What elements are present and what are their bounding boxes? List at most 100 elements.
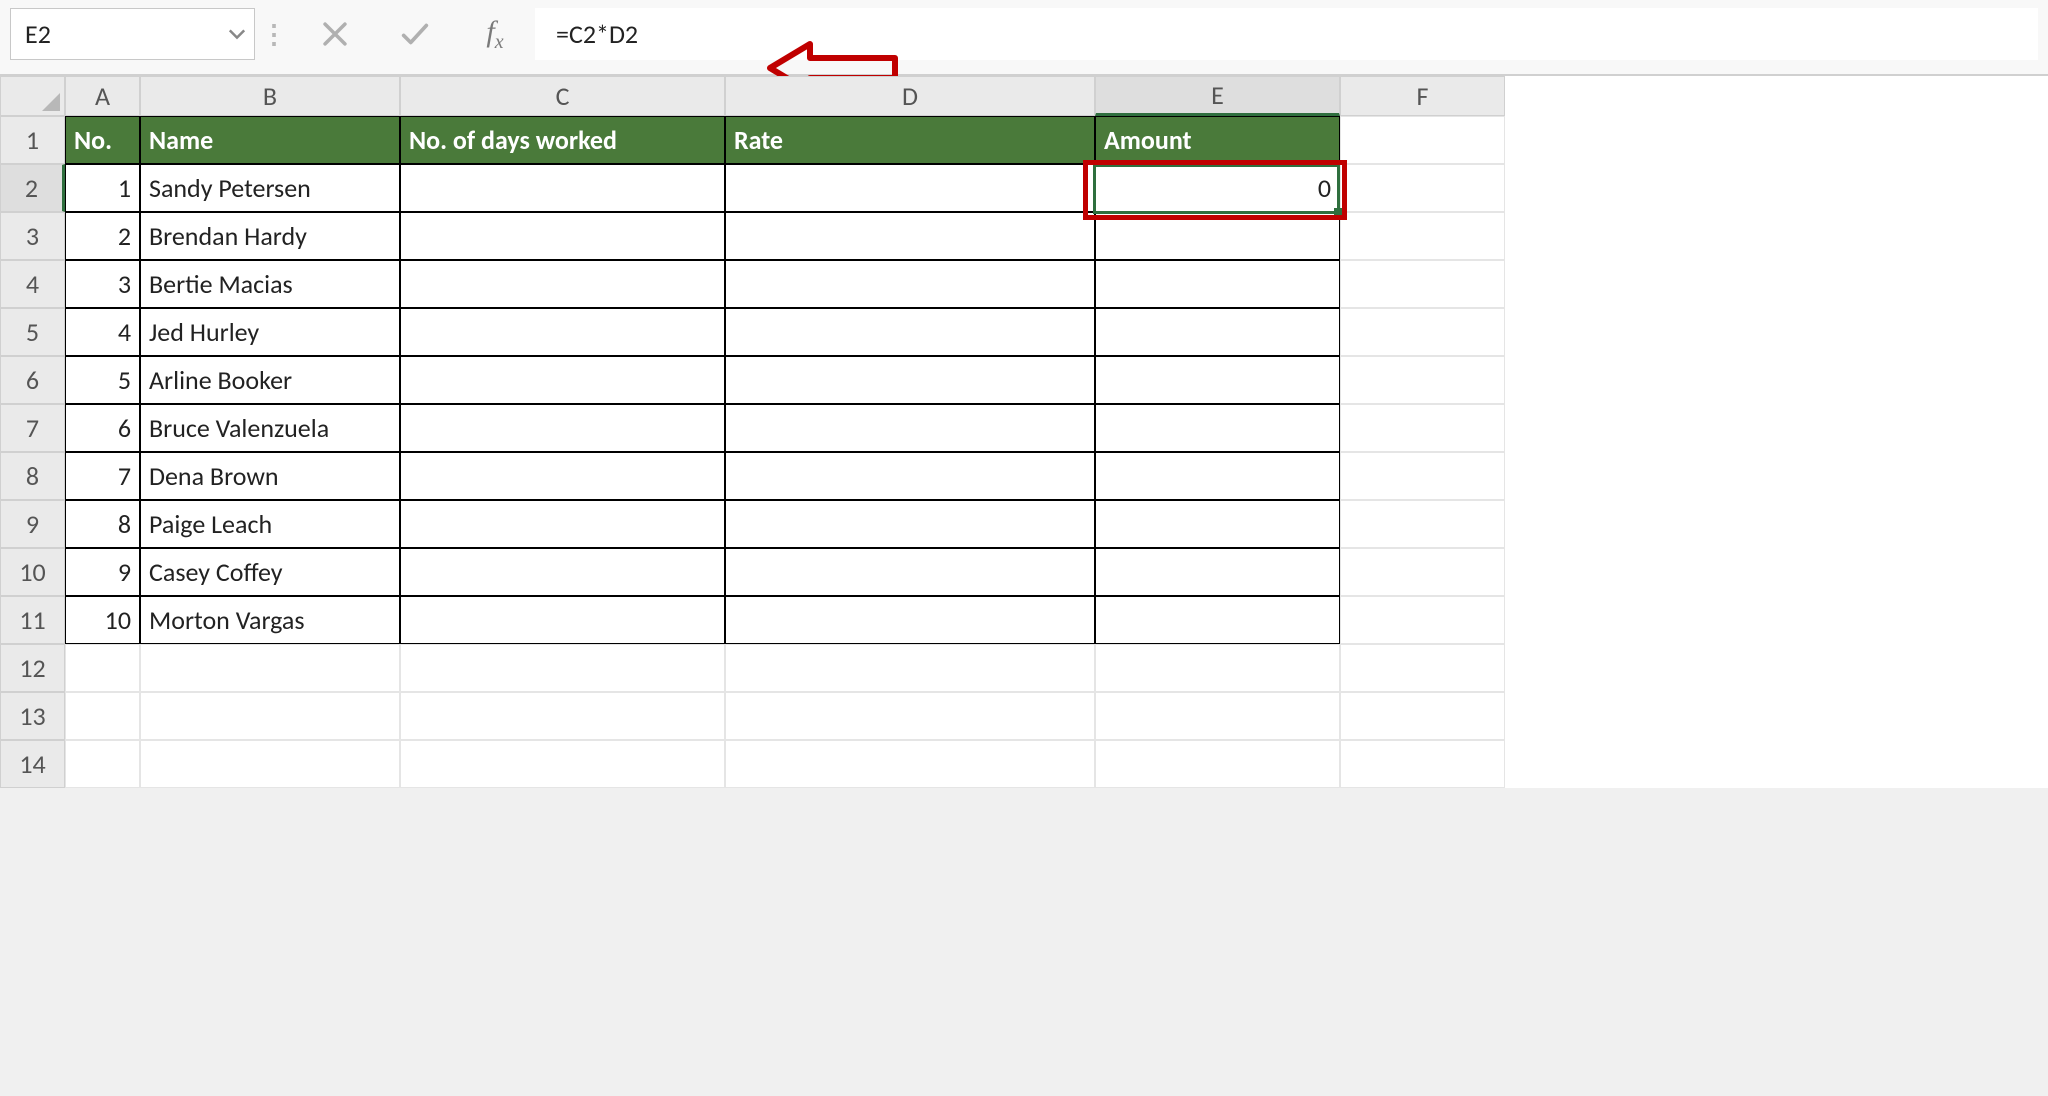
row-header-9[interactable]: 9 — [0, 500, 65, 548]
cell-F[interactable] — [1340, 308, 1505, 356]
cell[interactable] — [725, 644, 1095, 692]
cell-name[interactable]: Bertie Macias — [140, 260, 400, 308]
cancel-button[interactable] — [295, 8, 375, 60]
cell-days[interactable] — [400, 260, 725, 308]
enter-button[interactable] — [375, 8, 455, 60]
cell-amount[interactable] — [1095, 356, 1340, 404]
cell-name[interactable]: Casey Coffey — [140, 548, 400, 596]
cell-rate[interactable] — [725, 164, 1095, 212]
cell-rate[interactable] — [725, 500, 1095, 548]
row-header-10[interactable]: 10 — [0, 548, 65, 596]
cell-days[interactable] — [400, 452, 725, 500]
cell-name[interactable]: Jed Hurley — [140, 308, 400, 356]
cell-no[interactable]: 1 — [65, 164, 140, 212]
cell-no[interactable]: 4 — [65, 308, 140, 356]
cell-F[interactable] — [1340, 548, 1505, 596]
cell-amount[interactable] — [1095, 212, 1340, 260]
cell-amount[interactable] — [1095, 548, 1340, 596]
cell-days[interactable] — [400, 548, 725, 596]
cell[interactable] — [400, 740, 725, 788]
cell-name[interactable]: Brendan Hardy — [140, 212, 400, 260]
header-amount[interactable]: Amount — [1095, 116, 1340, 164]
column-header-B[interactable]: B — [140, 76, 400, 116]
row-header-7[interactable]: 7 — [0, 404, 65, 452]
row-header-12[interactable]: 12 — [0, 644, 65, 692]
row-header-3[interactable]: 3 — [0, 212, 65, 260]
cell-no[interactable]: 8 — [65, 500, 140, 548]
cell-days[interactable] — [400, 356, 725, 404]
row-header-4[interactable]: 4 — [0, 260, 65, 308]
cell[interactable] — [1340, 692, 1505, 740]
cell-amount[interactable] — [1095, 596, 1340, 644]
cell[interactable] — [400, 692, 725, 740]
cell[interactable] — [65, 644, 140, 692]
formula-input[interactable]: =C2*D2 — [535, 8, 2038, 60]
cell-rate[interactable] — [725, 548, 1095, 596]
cell-rate[interactable] — [725, 260, 1095, 308]
cell-name[interactable]: Sandy Petersen — [140, 164, 400, 212]
cell-rate[interactable] — [725, 404, 1095, 452]
cell[interactable] — [1095, 644, 1340, 692]
cell-amount[interactable] — [1095, 308, 1340, 356]
header-name[interactable]: Name — [140, 116, 400, 164]
cell-name[interactable]: Dena Brown — [140, 452, 400, 500]
cell-days[interactable] — [400, 212, 725, 260]
cell-amount[interactable] — [1095, 260, 1340, 308]
cell-days[interactable] — [400, 596, 725, 644]
cell[interactable] — [1340, 644, 1505, 692]
cell[interactable] — [65, 740, 140, 788]
cell-no[interactable]: 10 — [65, 596, 140, 644]
cell-days[interactable] — [400, 404, 725, 452]
cell[interactable] — [1340, 740, 1505, 788]
cell[interactable] — [140, 644, 400, 692]
cell[interactable] — [1095, 740, 1340, 788]
cell-F[interactable] — [1340, 500, 1505, 548]
cell-days[interactable] — [400, 308, 725, 356]
cell-amount[interactable] — [1095, 404, 1340, 452]
cell-no[interactable]: 3 — [65, 260, 140, 308]
cell-amount[interactable] — [1095, 500, 1340, 548]
cell-no[interactable]: 6 — [65, 404, 140, 452]
row-header-5[interactable]: 5 — [0, 308, 65, 356]
row-header-8[interactable]: 8 — [0, 452, 65, 500]
header-no[interactable]: No. — [65, 116, 140, 164]
cell-name[interactable]: Arline Booker — [140, 356, 400, 404]
cell-no[interactable]: 7 — [65, 452, 140, 500]
cell-F[interactable] — [1340, 164, 1505, 212]
cell[interactable] — [140, 692, 400, 740]
cell-amount[interactable]: 0 — [1095, 164, 1340, 212]
name-box[interactable]: E2 — [10, 8, 255, 60]
cell-F[interactable] — [1340, 404, 1505, 452]
cell-rate[interactable] — [725, 356, 1095, 404]
row-header-14[interactable]: 14 — [0, 740, 65, 788]
cell[interactable] — [725, 692, 1095, 740]
cell-F[interactable] — [1340, 260, 1505, 308]
cell-days[interactable] — [400, 164, 725, 212]
row-header-13[interactable]: 13 — [0, 692, 65, 740]
cell-no[interactable]: 9 — [65, 548, 140, 596]
cell-name[interactable]: Bruce Valenzuela — [140, 404, 400, 452]
cell-no[interactable]: 5 — [65, 356, 140, 404]
insert-function-button[interactable]: fx — [455, 8, 535, 60]
column-header-C[interactable]: C — [400, 76, 725, 116]
row-header-1[interactable]: 1 — [0, 116, 65, 164]
row-header-2[interactable]: 2 — [0, 164, 65, 212]
cell-F[interactable] — [1340, 452, 1505, 500]
name-box-dropdown-icon[interactable] — [228, 18, 246, 50]
cell-amount[interactable] — [1095, 452, 1340, 500]
cell-F[interactable] — [1340, 596, 1505, 644]
header-rate[interactable]: Rate — [725, 116, 1095, 164]
cell-days[interactable] — [400, 500, 725, 548]
cell-F1[interactable] — [1340, 116, 1505, 164]
cell[interactable] — [1095, 692, 1340, 740]
column-header-F[interactable]: F — [1340, 76, 1505, 116]
cell-rate[interactable] — [725, 596, 1095, 644]
cell-name[interactable]: Morton Vargas — [140, 596, 400, 644]
cell[interactable] — [725, 740, 1095, 788]
row-header-6[interactable]: 6 — [0, 356, 65, 404]
cell-F[interactable] — [1340, 212, 1505, 260]
cell-F[interactable] — [1340, 356, 1505, 404]
cell[interactable] — [140, 740, 400, 788]
row-header-11[interactable]: 11 — [0, 596, 65, 644]
cell-no[interactable]: 2 — [65, 212, 140, 260]
